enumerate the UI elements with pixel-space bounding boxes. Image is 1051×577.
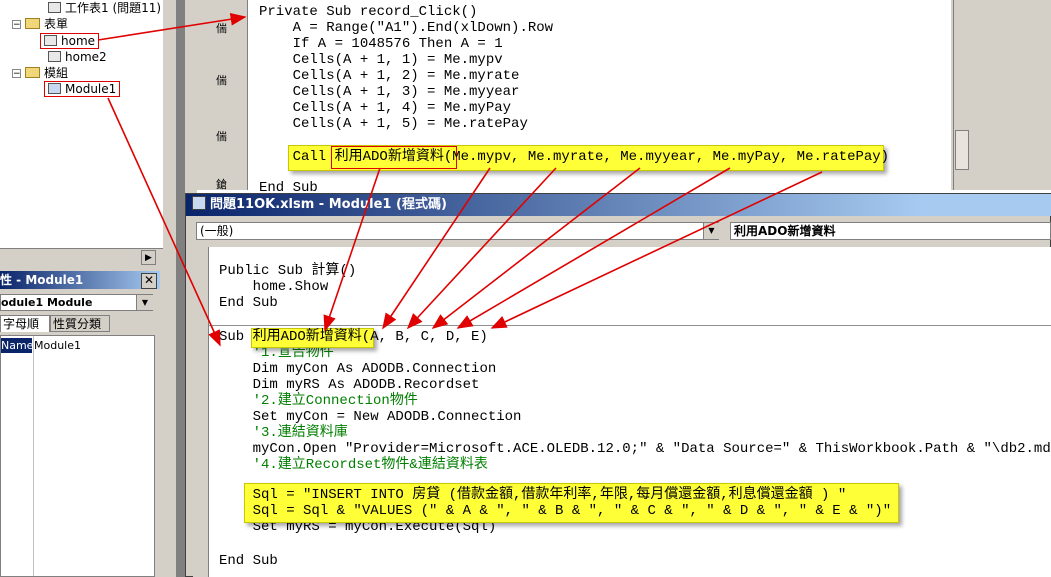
tree-item-home2[interactable]: home2 — [48, 49, 107, 65]
tree-item-home[interactable]: home — [40, 33, 100, 49]
code-line[interactable]: A = Range("A1").End(xlDown).Row — [259, 20, 553, 36]
collapse-icon[interactable]: − — [12, 20, 21, 30]
tab-categorized[interactable]: 性質分類 — [50, 315, 110, 332]
window-divider — [176, 0, 185, 577]
project-explorer: 工作表1 (問題11) − 表單 home home2 − 模組 Module1 — [0, 0, 163, 250]
object-combo[interactable]: (一般) — [196, 222, 719, 240]
properties-tabs: 字母順序 性質分類 — [0, 315, 163, 348]
code-line[interactable]: If A = 1048576 Then A = 1 — [259, 36, 503, 52]
code-line[interactable]: Set myCon = New ADODB.Connection — [219, 409, 522, 425]
property-name-key[interactable]: Name) — [1, 338, 38, 353]
tree-item-sheet1[interactable]: 工作表1 (問題11) — [48, 0, 161, 16]
folder-icon — [25, 18, 40, 29]
scroll-thumb[interactable] — [955, 130, 969, 170]
code-line[interactable]: '2.建立Connection物件 — [219, 393, 418, 409]
code-window-titlebar: 問題11OK.xlsm - Module1 (程式碼) — [186, 194, 1051, 216]
tree-folder-forms[interactable]: − 表單 — [12, 16, 68, 32]
close-icon[interactable]: ✕ — [141, 273, 157, 289]
tree-horizontal-scrollbar[interactable]: ▶ — [0, 248, 163, 267]
code-line[interactable]: Sql = Sql & "VALUES (" & A & ", " & B & … — [219, 503, 892, 519]
tree-folder-modules[interactable]: − 模組 — [12, 65, 68, 81]
module-icon — [48, 83, 61, 94]
properties-titlebar: 性 - Module1 — [0, 271, 160, 289]
tree-item-module1[interactable]: Module1 — [44, 81, 121, 97]
vba-code-icon — [192, 196, 206, 210]
code-line[interactable]: End Sub — [219, 295, 278, 311]
userform-icon — [44, 35, 57, 46]
code-line[interactable]: Cells(A + 1, 4) = Me.myPay — [259, 100, 511, 116]
code-line[interactable]: End Sub — [219, 553, 278, 569]
code-line[interactable]: Public Sub 計算() — [219, 263, 356, 279]
chevron-down-icon[interactable]: ▼ — [703, 223, 719, 239]
code-line[interactable]: Cells(A + 1, 3) = Me.myyear — [259, 84, 520, 100]
code-line[interactable]: Cells(A + 1, 5) = Me.ratePay — [259, 116, 528, 132]
code-line[interactable]: '4.建立Recordset物件&連結資料表 — [219, 457, 488, 473]
code-line[interactable]: Dim myCon As ADODB.Connection — [219, 361, 497, 377]
properties-object-select[interactable]: odule1 Module — [0, 294, 153, 311]
code-line[interactable]: myCon.Open "Provider=Microsoft.ACE.OLEDB… — [219, 441, 1051, 457]
code-line[interactable]: Call 利用ADO新增資料(Me.mypv, Me.myrate, Me.my… — [259, 149, 890, 165]
chevron-down-icon[interactable]: ▼ — [136, 295, 153, 310]
code-line[interactable]: Cells(A + 1, 1) = Me.mypv — [259, 52, 503, 68]
code-margin — [193, 247, 209, 577]
properties-grid: Name) Module1 — [0, 335, 155, 577]
module1-code[interactable]: Public Sub 計算() home.Show End Sub '1.宣告物件… — [209, 247, 1051, 577]
procedure-separator — [209, 325, 1051, 326]
code-line[interactable]: Dim myRS As ADODB.Recordset — [219, 377, 480, 393]
worksheet-icon — [48, 2, 61, 13]
scroll-right-icon[interactable]: ▶ — [141, 250, 156, 265]
vertical-scrollbar[interactable] — [953, 0, 971, 190]
code-margin: 偳 偳 偳 鎗 — [200, 0, 248, 191]
property-name-value[interactable]: Module1 — [34, 338, 81, 353]
code-line[interactable]: Cells(A + 1, 2) = Me.myrate — [259, 68, 520, 84]
tab-alphabetic[interactable]: 字母順序 — [0, 315, 50, 348]
code-line[interactable]: '3.連結資料庫 — [219, 425, 348, 441]
collapse-icon[interactable]: − — [12, 69, 21, 79]
procedure-combo[interactable]: 利用ADO新增資料 — [730, 222, 1051, 240]
code-line[interactable]: Sql = "INSERT INTO 房貸 (借款金額,借款年利率,年限,每月償… — [219, 487, 847, 503]
code-line[interactable]: Sub 利用ADO新增資料(A, B, C, D, E) — [219, 329, 488, 345]
code-line[interactable]: home.Show — [219, 279, 329, 295]
folder-icon — [25, 67, 40, 78]
userform-icon — [48, 51, 61, 62]
code-line[interactable]: Private Sub record_Click() — [259, 4, 477, 20]
